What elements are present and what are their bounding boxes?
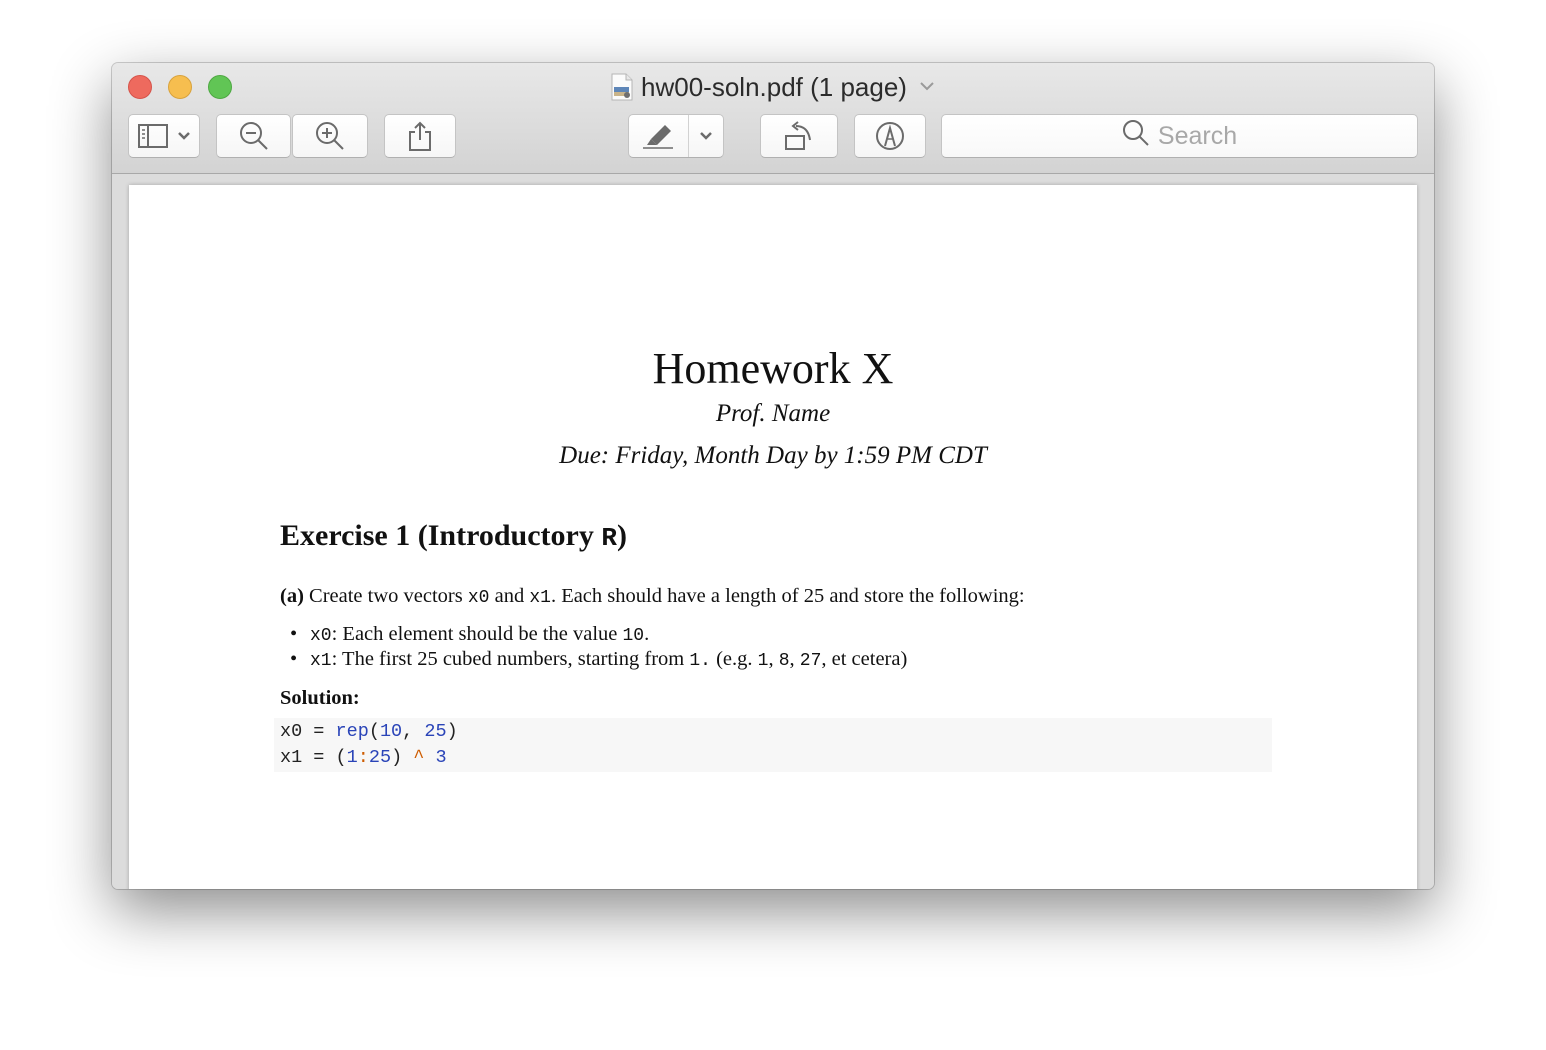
highlighter-icon[interactable] <box>629 121 688 151</box>
code-token: x1 = ( <box>280 747 347 768</box>
code-token: 10 <box>379 721 403 742</box>
markup-button[interactable] <box>854 114 926 158</box>
zoom-out-icon <box>238 120 270 152</box>
zoom-in-button[interactable] <box>292 114 368 158</box>
code-token: 1 <box>346 747 358 768</box>
bullet-text: : The first 25 cubed numbers, starting f… <box>331 648 690 670</box>
bullet-code: 1 <box>757 651 769 671</box>
share-button[interactable] <box>384 114 456 158</box>
code-token: ) <box>391 747 414 768</box>
document-due-date: Due: Friday, Month Day by 1:59 PM CDT <box>559 442 987 469</box>
rotate-button[interactable] <box>760 114 838 158</box>
search-field[interactable]: Search <box>941 114 1418 158</box>
part-a-prompt: (a) Create two vectors x0 and x1. Each s… <box>280 585 1025 608</box>
highlight-button[interactable] <box>628 114 724 158</box>
code-token: 25 <box>368 747 392 768</box>
prompt-text: . Each should have a length of 25 and st… <box>550 585 1025 607</box>
prompt-text: Create two vectors <box>303 585 468 607</box>
bullet-code: 8 <box>778 651 790 671</box>
prompt-code: x0 <box>467 588 490 608</box>
list-item: x0: Each element should be the value 10. <box>290 623 650 646</box>
chevron-down-icon <box>177 131 191 141</box>
exercise-heading-code: R <box>601 523 617 553</box>
pdf-document-icon <box>611 73 633 101</box>
code-token: : <box>357 747 369 768</box>
bullet-code: x1 <box>310 651 332 671</box>
bullet-text: , et cetera) <box>821 648 908 670</box>
document-title: Homework X <box>652 344 894 393</box>
code-token: x0 = <box>280 721 336 742</box>
code-token: 3 <box>435 747 447 768</box>
search-icon <box>1122 119 1150 154</box>
bullet-code: 1. <box>689 651 711 671</box>
prompt-text: and <box>489 585 530 607</box>
code-token: ( <box>368 721 380 742</box>
exercise-heading-text: Exercise 1 (Introductory <box>280 519 602 552</box>
code-token: ) <box>446 721 458 742</box>
search-placeholder: Search <box>1157 121 1238 150</box>
bullet-text: : Each element should be the value <box>331 623 623 645</box>
chevron-down-icon[interactable] <box>919 78 935 96</box>
code-token: ^ <box>413 747 425 768</box>
bullet-text: (e.g. <box>710 648 758 670</box>
code-token: , <box>402 721 425 742</box>
share-icon <box>407 120 433 152</box>
window-title-text: hw00-soln.pdf (1 page) <box>641 71 907 102</box>
bullet-code: 10 <box>622 626 645 646</box>
document-viewport[interactable]: Homework X Prof. Name Due: Friday, Month… <box>112 174 1434 889</box>
bullet-code: x0 <box>310 626 332 646</box>
bullet-text: . <box>644 623 650 645</box>
sidebar-icon <box>137 123 169 149</box>
zoom-in-icon <box>314 120 346 152</box>
bullet-text: , <box>768 648 779 670</box>
pdf-page[interactable]: Homework X Prof. Name Due: Friday, Month… <box>129 185 1417 889</box>
sidebar-toggle-button[interactable] <box>128 114 200 158</box>
titlebar: hw00-soln.pdf (1 page) Search <box>112 63 1434 174</box>
bullet-code: 27 <box>799 651 822 671</box>
zoom-out-button[interactable] <box>216 114 291 158</box>
document-author: Prof. Name <box>715 400 831 427</box>
solution-label: Solution: <box>280 687 360 709</box>
prompt-code: x1 <box>529 588 551 608</box>
bullet-text: , <box>789 648 800 670</box>
list-item: x1: The first 25 cubed numbers, starting… <box>290 648 908 671</box>
code-block: x0 = rep(10, 25) x1 = (1:25) ^ 3 <box>274 718 1272 772</box>
markup-pen-icon <box>874 120 906 152</box>
code-token: rep <box>335 721 369 742</box>
rotate-left-icon <box>782 120 816 152</box>
chevron-down-icon[interactable] <box>689 131 723 141</box>
preview-window: hw00-soln.pdf (1 page) Search Homework X… <box>112 63 1434 889</box>
exercise-heading-close: ) <box>616 519 627 552</box>
code-token: 25 <box>424 721 447 742</box>
window-title[interactable]: hw00-soln.pdf (1 page) <box>112 71 1434 103</box>
exercise-heading: Exercise 1 (Introductory R) <box>280 519 627 553</box>
code-line: x1 = (1:25) ^ 3 <box>280 747 447 768</box>
part-a-label: (a) <box>280 585 304 607</box>
code-line: x0 = rep(10, 25) <box>280 721 458 742</box>
